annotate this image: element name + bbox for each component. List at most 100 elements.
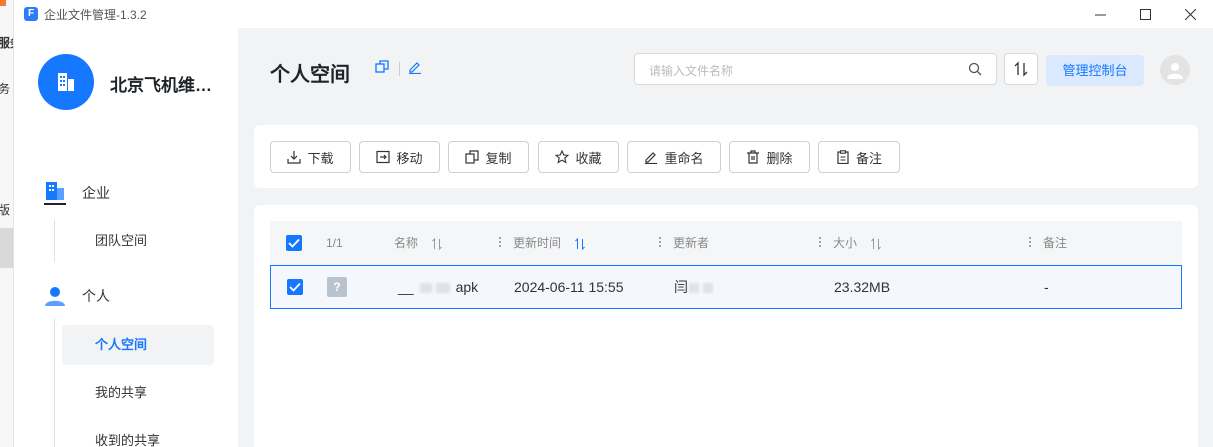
column-resize-handle[interactable] <box>819 237 822 249</box>
favorite-label: 收藏 <box>575 150 602 166</box>
sort-icon <box>575 237 586 250</box>
file-list: 1/1 名称 更新时间 更新者 大小 备注 ? __ apk 2024-06-1… <box>254 205 1198 447</box>
rename-label: 重命名 <box>664 150 704 166</box>
download-icon <box>287 151 302 164</box>
user-icon <box>45 287 65 306</box>
download-label: 下载 <box>307 150 334 166</box>
avatar[interactable] <box>1160 55 1190 85</box>
table-header: 1/1 名称 更新时间 更新者 大小 备注 <box>270 221 1182 265</box>
sidebar-section-enterprise[interactable]: 企业 <box>44 180 110 206</box>
delete-button[interactable]: 删除 <box>729 141 810 173</box>
column-resize-handle[interactable] <box>1029 237 1032 249</box>
toolbar: 下载 移动 复制 收藏 重命名 删除 备注 <box>254 125 1198 188</box>
sidebar-section-personal[interactable]: 个人 <box>44 285 110 307</box>
column-header-updater[interactable]: 更新者 <box>673 221 709 265</box>
sidebar-item-my-shares[interactable]: 我的共享 <box>62 373 214 413</box>
column-header-note: 备注 <box>1043 236 1068 250</box>
edit-icon <box>645 152 658 164</box>
move-icon <box>376 150 391 164</box>
copy-button[interactable]: 复制 <box>448 141 529 173</box>
move-button[interactable]: 移动 <box>359 141 440 173</box>
page-title: 个人空间 <box>270 64 350 86</box>
search-input[interactable]: 请输入文件名称 <box>634 53 997 85</box>
column-header-size[interactable]: 大小 <box>833 221 882 265</box>
sidebar: 北京飞机维修… 企业 团队空间 个人 个人空间 我的共享 收到的共享 <box>14 28 238 447</box>
background-block <box>0 228 13 268</box>
tree-line <box>54 318 55 447</box>
rename-space-button[interactable] <box>408 60 424 76</box>
unknown-file-icon: ? <box>327 277 347 297</box>
file-name-prefix: __ <box>398 279 414 295</box>
column-resize-handle[interactable] <box>659 237 662 249</box>
org-name: 北京飞机维修… <box>110 76 228 95</box>
sidebar-item-personal-space[interactable]: 个人空间 <box>62 325 214 365</box>
background-text: 版 <box>0 201 10 218</box>
minimize-button[interactable] <box>1077 0 1123 28</box>
column-header-name[interactable]: 名称 <box>394 221 443 265</box>
app-window: F 企业文件管理-1.3.2 北京飞机维修… 企业 团队空间 个人 个人空间 我… <box>14 0 1213 447</box>
file-size: 23.32MB <box>834 279 891 295</box>
select-all-checkbox[interactable] <box>286 235 302 251</box>
background-window: 服务 务 版 <box>0 0 14 447</box>
copy-link-button[interactable] <box>375 60 391 76</box>
rename-button[interactable]: 重命名 <box>627 141 721 173</box>
tree-line <box>54 220 55 262</box>
file-note: - <box>1044 279 1049 295</box>
edit-icon <box>409 62 421 75</box>
close-icon <box>1184 8 1196 20</box>
note-button[interactable]: 备注 <box>818 141 900 173</box>
download-button[interactable]: 下载 <box>270 141 351 173</box>
copy-label: 复制 <box>485 150 512 166</box>
clipboard-icon <box>837 150 849 164</box>
search-icon[interactable] <box>968 62 982 76</box>
org-logo <box>38 54 94 110</box>
search-placeholder: 请输入文件名称 <box>649 64 734 78</box>
column-label: 大小 <box>833 236 858 250</box>
minimize-icon <box>1094 14 1106 15</box>
sort-button[interactable] <box>1004 53 1038 85</box>
check-icon <box>288 238 300 248</box>
window-title: 企业文件管理-1.3.2 <box>44 8 147 22</box>
column-resize-handle[interactable] <box>499 237 502 249</box>
redacted-text <box>419 283 432 294</box>
building-icon <box>44 182 66 205</box>
copy-icon <box>465 150 480 164</box>
admin-console-button[interactable]: 管理控制台 <box>1046 55 1144 86</box>
app-icon: F <box>24 7 38 21</box>
copy-icon <box>375 60 389 73</box>
sidebar-section-label: 个人 <box>82 288 110 304</box>
favorite-button[interactable]: 收藏 <box>538 141 619 173</box>
file-updater: 闫 <box>674 266 713 308</box>
redacted-text <box>435 283 450 294</box>
star-icon <box>555 150 570 164</box>
delete-label: 删除 <box>766 150 793 166</box>
sidebar-item-team-space[interactable]: 团队空间 <box>62 221 214 261</box>
close-button[interactable] <box>1167 0 1213 28</box>
background-text: 服务 <box>0 34 13 51</box>
sort-icon <box>1014 61 1028 77</box>
building-logo-icon <box>58 73 74 91</box>
file-name[interactable]: __ apk <box>398 266 478 308</box>
column-header-updated[interactable]: 更新时间 <box>513 221 586 265</box>
sidebar-section-label: 企业 <box>82 185 110 201</box>
sort-icon <box>871 237 882 250</box>
row-checkbox[interactable] <box>287 279 303 295</box>
redacted-text <box>689 283 699 294</box>
divider <box>399 62 400 76</box>
maximize-button[interactable] <box>1122 0 1168 28</box>
background-app-icon <box>0 0 6 6</box>
trash-icon <box>747 150 760 164</box>
redacted-text <box>703 283 713 294</box>
table-row[interactable]: ? __ apk 2024-06-11 15:55 闫 23.32MB - <box>270 265 1182 309</box>
move-label: 移动 <box>396 150 423 166</box>
maximize-icon <box>1139 8 1151 20</box>
file-name-suffix: apk <box>455 279 479 295</box>
selection-count: 1/1 <box>326 236 343 250</box>
updater-prefix: 闫 <box>674 279 688 295</box>
sidebar-item-received-shares[interactable]: 收到的共享 <box>62 421 214 447</box>
title-bar: F 企业文件管理-1.3.2 <box>14 0 1213 28</box>
sort-icon <box>432 237 443 250</box>
column-label: 名称 <box>394 236 419 250</box>
avatar-user-icon <box>1167 63 1183 79</box>
column-label: 更新时间 <box>513 236 562 250</box>
